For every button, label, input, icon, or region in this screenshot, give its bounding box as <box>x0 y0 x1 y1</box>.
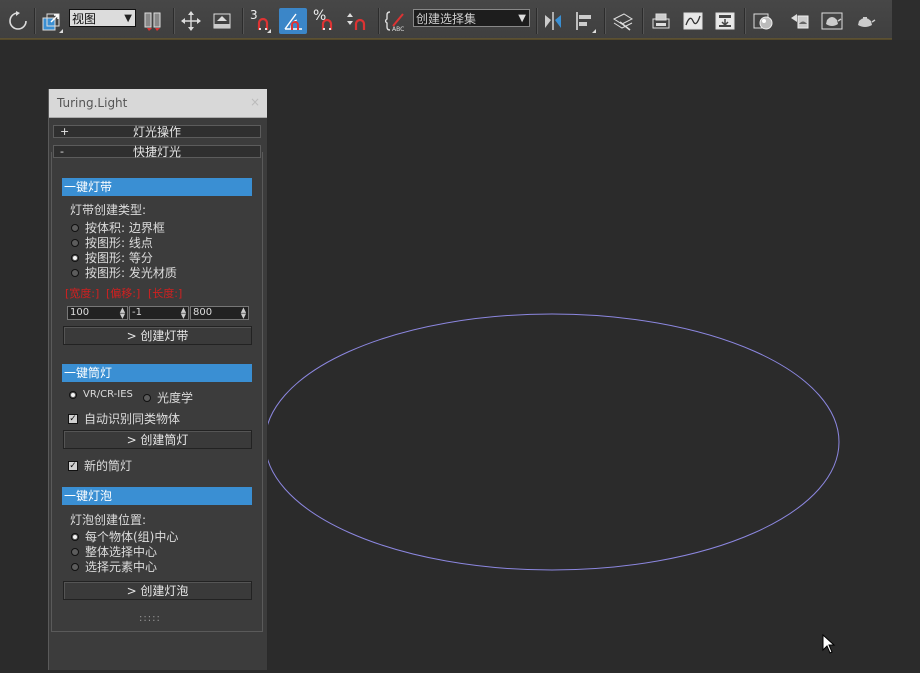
place-icon[interactable] <box>210 8 234 34</box>
turing-light-panel: Turing.Light × + 灯光操作 - 快捷灯光 一键灯带 灯带创建类型… <box>48 89 268 670</box>
mouse-cursor-icon <box>822 634 836 654</box>
radio-label: 选择元素中心 <box>85 560 158 574</box>
radio-selected-icon <box>71 253 79 262</box>
chevron-down-icon: ▼ <box>124 13 132 24</box>
resize-grip-icon[interactable]: ::::: <box>139 613 161 624</box>
edit-named-sets-icon[interactable]: ABC <box>384 8 408 34</box>
view-dropdown-value: 视图 <box>72 12 97 26</box>
toolbar-right-pad <box>892 0 920 40</box>
toolbar-separator <box>604 8 606 34</box>
refresh-icon[interactable] <box>6 8 30 34</box>
spinner-arrows-icon[interactable]: ▲ ▼ <box>180 307 187 320</box>
selection-set-dropdown[interactable]: 创建选择集 ▼ <box>413 9 530 27</box>
warn-offset-label: [偏移:] <box>106 287 141 300</box>
teapot-active-icon[interactable] <box>853 8 877 34</box>
warn-length-label: [长度:] <box>148 287 183 300</box>
spinner-arrows-icon[interactable]: ▲ ▼ <box>119 307 126 320</box>
view-dropdown[interactable]: 视图 ▼ <box>69 9 136 27</box>
radio-label: 按图形: 发光材质 <box>85 266 177 280</box>
rollout-light-ops-label: 灯光操作 <box>132 125 181 139</box>
spinner-arrows-icon[interactable]: ▲ ▼ <box>240 307 247 320</box>
toolbar-separator <box>242 8 244 34</box>
toolbar-separator <box>744 8 746 34</box>
material-editor-icon[interactable] <box>751 8 775 34</box>
layer-filter-icon[interactable] <box>141 8 165 34</box>
section-header-bulb: 一键灯泡 <box>62 487 252 505</box>
panel-title-bar[interactable]: Turing.Light × <box>49 89 267 118</box>
length-value: 800 <box>193 307 213 318</box>
checkbox-auto-detect[interactable]: ✓ 自动识别同类物体 <box>68 410 180 427</box>
radio-icon <box>71 562 79 571</box>
main-toolbar: 视图 ▼ 3 % ABC 创建选择集 ▼ <box>0 0 892 40</box>
checkbox-checked-icon: ✓ <box>68 460 78 471</box>
radio-photometric[interactable]: 光度学 <box>143 389 193 406</box>
svg-text:ABC: ABC <box>392 26 404 32</box>
select-scale-icon[interactable] <box>40 8 64 34</box>
toolbar-separator <box>536 8 538 34</box>
checkbox-label: 自动识别同类物体 <box>84 412 181 426</box>
radio-vr-cr-ies[interactable]: VR/CR-IES <box>69 389 133 400</box>
radio-icon <box>71 223 79 232</box>
layers-icon[interactable] <box>611 8 635 34</box>
panel-title: Turing.Light <box>57 96 128 110</box>
radio-icon <box>71 238 79 247</box>
create-strip-button[interactable]: > 创建灯带 <box>63 326 252 345</box>
checkbox-checked-icon: ✓ <box>68 413 78 424</box>
radio-strip-emissive[interactable]: 按图形: 发光材质 <box>71 264 177 281</box>
strip-type-label: 灯带创建类型: <box>70 203 147 217</box>
bulb-position-label: 灯泡创建位置: <box>70 513 147 527</box>
close-icon[interactable]: × <box>249 96 261 108</box>
mirror-icon[interactable] <box>541 8 565 34</box>
expand-icon: + <box>60 125 70 138</box>
toolbar-separator <box>642 8 644 34</box>
section-header-strip: 一键灯带 <box>62 178 252 196</box>
percent-symbol: % <box>313 8 327 24</box>
schematic-icon[interactable] <box>713 8 737 34</box>
selection-set-value: 创建选择集 <box>416 12 477 26</box>
width-value: 100 <box>70 307 90 318</box>
radio-icon <box>71 268 79 277</box>
width-spinner[interactable]: 100 ▲ ▼ <box>67 306 128 320</box>
toolbar-separator <box>173 8 175 34</box>
percent-snap-icon[interactable]: % <box>312 8 336 34</box>
create-spot-button[interactable]: > 创建筒灯 <box>63 430 252 449</box>
length-spinner[interactable]: 800 ▲ ▼ <box>190 306 249 320</box>
render-frame-icon[interactable] <box>787 8 811 34</box>
chevron-down-icon: ▼ <box>518 13 526 24</box>
angle-snap-icon[interactable] <box>279 8 307 34</box>
checkbox-new-spot[interactable]: ✓ 新的筒灯 <box>68 457 132 474</box>
radio-icon <box>143 393 151 402</box>
create-bulb-button[interactable]: > 创建灯泡 <box>63 581 252 600</box>
curve-editor-icon[interactable] <box>681 8 705 34</box>
radio-selected-icon <box>69 390 77 399</box>
offset-spinner[interactable]: -1 ▲ ▼ <box>129 306 189 320</box>
toolbar-separator <box>34 8 36 34</box>
ellipse-shape[interactable] <box>264 313 840 571</box>
toolbar-separator <box>378 8 380 34</box>
warn-width-label: [宽度:] <box>65 287 100 300</box>
section-header-spot: 一键筒灯 <box>62 364 252 382</box>
radio-label: VR/CR-IES <box>83 389 133 400</box>
rollout-light-ops[interactable]: + 灯光操作 <box>53 125 261 138</box>
move-icon[interactable] <box>179 8 203 34</box>
radio-selected-icon <box>71 532 79 541</box>
offset-value: -1 <box>132 307 142 318</box>
checkbox-label: 新的筒灯 <box>84 459 133 473</box>
render-setup-icon[interactable] <box>649 8 673 34</box>
radio-label: 光度学 <box>157 391 194 405</box>
align-icon[interactable] <box>573 8 597 34</box>
radio-icon <box>71 547 79 556</box>
teapot-icon[interactable] <box>820 8 844 34</box>
spinner-snap-icon[interactable] <box>344 8 368 34</box>
snap-toggle-icon[interactable]: 3 <box>248 8 272 34</box>
radio-bulb-element-center[interactable]: 选择元素中心 <box>71 558 157 575</box>
snap-number: 3 <box>250 8 258 22</box>
